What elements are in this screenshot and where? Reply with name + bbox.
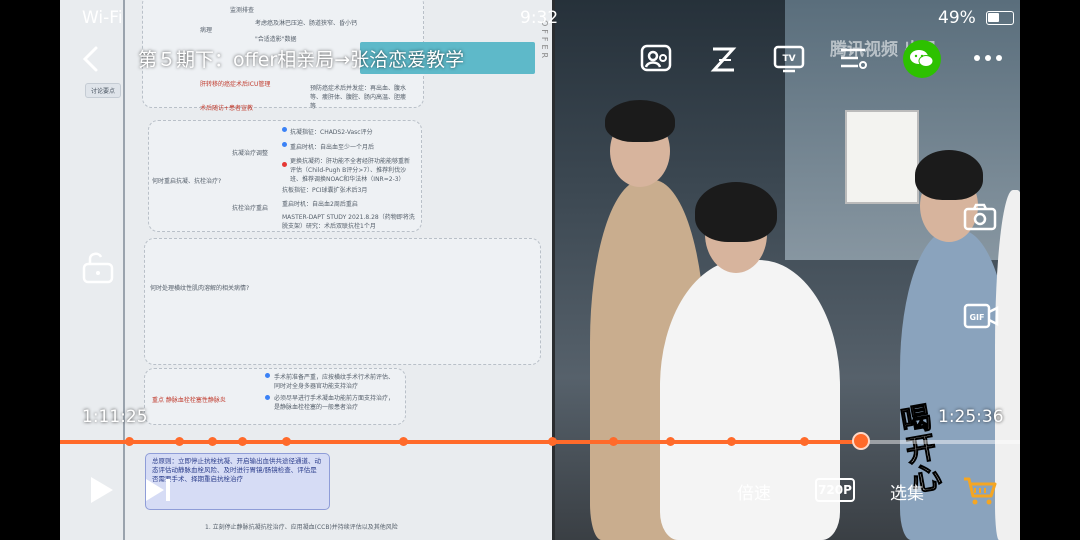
chapter-marker[interactable] xyxy=(125,437,134,446)
hair xyxy=(915,150,983,200)
mind-map-trunk xyxy=(123,0,125,540)
chapter-marker[interactable] xyxy=(666,437,675,446)
mind-map-text: 预防癌症术后并发症：再出血、腹水等、瘘肝体、腹腔、肠内高温、胆瘘等 xyxy=(310,85,407,110)
mind-map-group xyxy=(144,238,541,365)
more-button[interactable] xyxy=(973,50,1003,69)
unlock-icon xyxy=(82,252,114,284)
chapter-marker[interactable] xyxy=(548,437,557,446)
screen-lock-button[interactable] xyxy=(80,250,116,288)
doctor-edge xyxy=(995,190,1020,540)
wechat-share-button[interactable] xyxy=(903,40,941,78)
shopping-cart-icon xyxy=(964,477,997,505)
gif-icon: GIF xyxy=(963,303,999,329)
back-button[interactable] xyxy=(80,45,102,77)
chevron-left-icon xyxy=(82,46,98,72)
play-button[interactable] xyxy=(87,475,115,509)
progress-thumb[interactable] xyxy=(851,432,870,450)
zhihu-button[interactable] xyxy=(709,44,737,78)
mind-map-text: 术后随访+患者宣教 xyxy=(200,105,254,112)
playlist-button[interactable] xyxy=(838,44,868,78)
camera-icon xyxy=(963,203,997,231)
next-episode-button[interactable] xyxy=(143,477,173,507)
mind-map-text: 抗凝指征：CHADS2-Vasc评分 xyxy=(290,129,373,136)
wechat-icon xyxy=(910,50,934,67)
resolution-button[interactable]: 720P xyxy=(815,478,855,502)
video-frame[interactable]: 讨论要点 病理 监测排查 考虑癌及淋巴压迫、肠道狭窄、昏小钙 "合适造影"数据 … xyxy=(60,0,1020,540)
mind-map-panel: 讨论要点 病理 监测排查 考虑癌及淋巴压迫、肠道狭窄、昏小钙 "合适造影"数据 … xyxy=(60,0,555,540)
hospital-scene xyxy=(555,0,1020,540)
gif-capture-button[interactable]: GIF xyxy=(963,302,999,334)
screenshot-button[interactable] xyxy=(963,203,997,235)
mind-map-text: 重启时机：自出血2周后重启 xyxy=(282,201,358,208)
mind-map-text: 何时重启抗凝、抗栓治疗? xyxy=(152,178,222,185)
mind-map-text: 何时处理横纹性肌肉溶解的相关病情? xyxy=(150,285,250,292)
tv-cast-button[interactable]: TV xyxy=(773,44,805,78)
more-dots-icon xyxy=(974,55,1002,61)
bullet-icon xyxy=(265,373,270,378)
mind-map-root: 讨论要点 xyxy=(85,83,122,98)
play-icon xyxy=(91,477,113,503)
chapter-marker[interactable] xyxy=(609,437,618,446)
playlist-menu-icon xyxy=(841,48,867,69)
chapter-marker[interactable] xyxy=(399,437,408,446)
bullet-icon xyxy=(282,162,287,167)
share-people-button[interactable] xyxy=(640,44,672,78)
mind-map-text: 抗板指征：PCI球囊扩张术后3月 xyxy=(282,187,368,194)
bullet-icon xyxy=(282,142,287,147)
skip-next-icon xyxy=(146,479,170,501)
mind-map-text: 病理 xyxy=(200,27,213,34)
mind-map-text: "合适造影"数据 xyxy=(255,36,297,43)
mind-map-text: 重启时机：自出血至少一个月后 xyxy=(290,144,375,151)
battery-icon xyxy=(986,11,1014,25)
mind-map-text: 考虑癌及淋巴压迫、肠道狭窄、昏小钙 xyxy=(255,20,358,27)
mind-map-text: 肝转移的癌症术后ICU管理 xyxy=(200,81,271,88)
share-people-icon xyxy=(640,44,672,72)
chapter-marker[interactable] xyxy=(208,437,217,446)
mind-map-text: 抗栓治疗重启 xyxy=(232,205,269,212)
chapter-marker[interactable] xyxy=(238,437,247,446)
battery-percent: 49% xyxy=(938,8,976,28)
hair xyxy=(695,182,777,242)
mind-map-text: 抗凝治疗调整 xyxy=(232,150,269,157)
chapter-marker[interactable] xyxy=(800,437,809,446)
mind-map-text: 重点 静脉血栓栓塞性静脉炎 xyxy=(152,397,226,404)
chapter-marker[interactable] xyxy=(175,437,184,446)
zhihu-z-icon xyxy=(710,47,737,72)
hair xyxy=(605,100,675,142)
mind-map-text: 手术前准备严重，应按横纹手术行术前评估、同时对全身多器官功能支持治疗 xyxy=(274,374,395,390)
total-time: 1:25:36 xyxy=(938,407,1004,427)
chapter-marker[interactable] xyxy=(282,437,291,446)
mind-map-text: 更换抗凝药：肝功能不全者经肝功能能够重新评估（Child-Pugh B评分>7）… xyxy=(290,158,411,183)
current-time: 1:11:25 xyxy=(82,407,148,427)
tv-cast-icon: TV xyxy=(773,45,805,73)
video-title: 第５期下：offer相亲局→张洽恋爱教学 xyxy=(138,49,465,71)
chapter-marker[interactable] xyxy=(727,437,736,446)
anatomy-board xyxy=(845,110,919,204)
clock: 9:32 xyxy=(520,8,559,28)
svg-text:TV: TV xyxy=(782,54,795,64)
bullet-icon xyxy=(282,127,287,132)
shop-button[interactable] xyxy=(962,476,998,510)
mind-map-text: 必须尽早进行手术凝血功能前方面支持治疗，是静脉血栓栓塞的一般患者治疗 xyxy=(274,395,395,411)
mind-map-text: MASTER-DAPT STUDY 2021.8.28（药物即将洗脱支架）研究：… xyxy=(282,214,415,230)
mind-map-text: 监测排查 xyxy=(230,7,255,14)
mind-map-text: 1. 立刻停止静脉抗凝抗栓治疗、应用凝血(CCB)并持续评估以及其他风险 xyxy=(205,524,398,531)
wifi-status: Wi-Fi xyxy=(82,8,123,28)
speed-button[interactable]: 倍速 xyxy=(737,479,771,504)
episodes-button[interactable]: 选集 xyxy=(890,479,924,504)
svg-text:GIF: GIF xyxy=(969,313,984,322)
bullet-icon xyxy=(265,395,270,400)
